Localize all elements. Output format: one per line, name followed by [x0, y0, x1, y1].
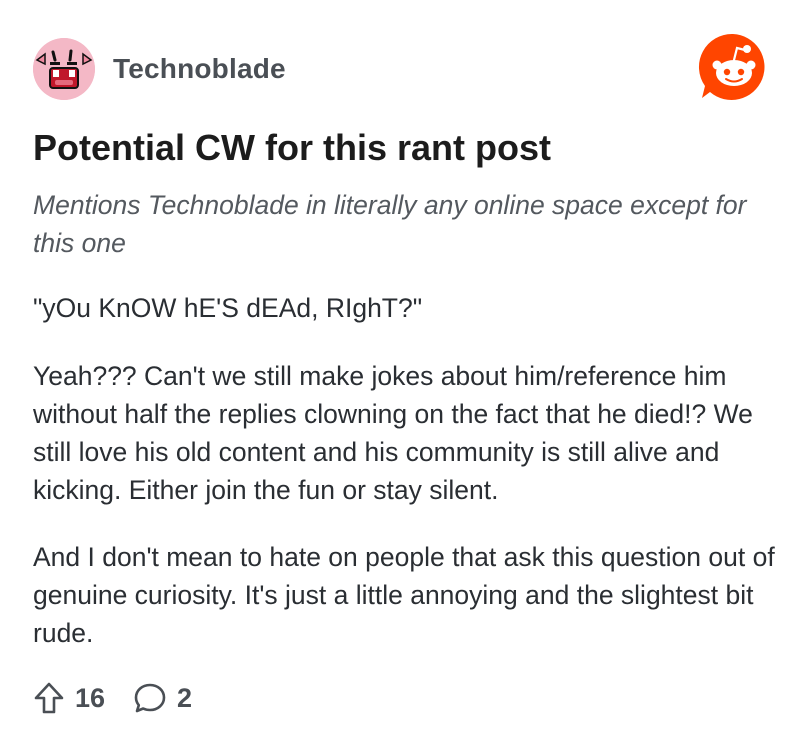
avatar[interactable]	[33, 38, 95, 100]
author-username[interactable]: Technoblade	[113, 53, 286, 85]
comment-count: 2	[177, 682, 193, 713]
post-title: Potential CW for this rant post	[33, 127, 551, 168]
post-header: Technoblade	[33, 37, 286, 101]
post-paragraph-1: "yOu KnOW hE'S dEAd, RIghT?"	[33, 293, 423, 323]
post-actions: 16 2	[33, 678, 192, 718]
post-paragraph-2: Yeah??? Can't we still make jokes about …	[33, 361, 753, 505]
post-card: Technoblade Potential CW for this rant p…	[0, 0, 800, 753]
upvote-button[interactable]: 16	[33, 681, 105, 715]
reddit-logo-icon[interactable]	[698, 32, 768, 102]
post-subtitle: Mentions Technoblade in literally any on…	[33, 190, 747, 258]
upvote-arrow-icon	[34, 682, 64, 714]
comments-button[interactable]: 2	[133, 681, 192, 715]
pig-face-icon	[33, 38, 95, 100]
upvote-count: 16	[75, 682, 106, 713]
post-paragraph-3: And I don't mean to hate on people that …	[33, 542, 775, 648]
comment-bubble-icon	[134, 683, 166, 713]
